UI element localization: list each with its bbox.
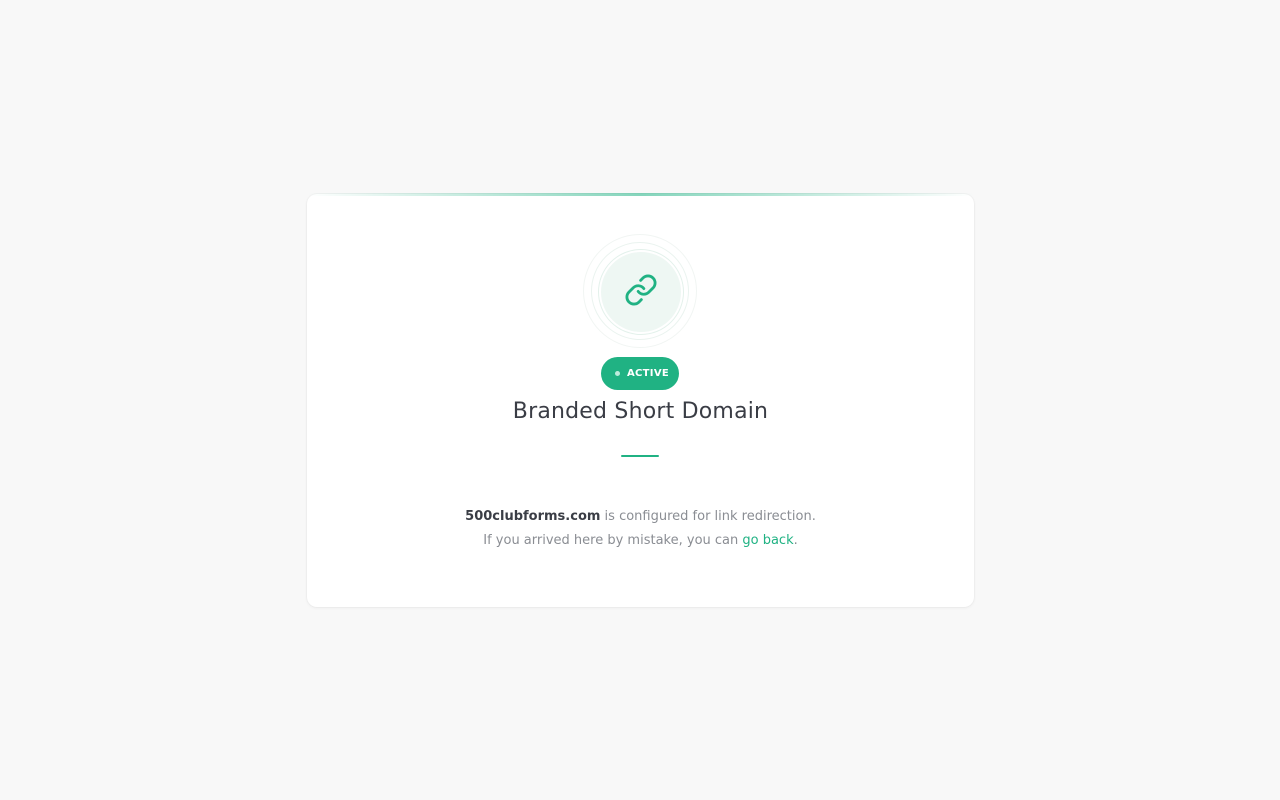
info-card: ACTIVE Branded Short Domain 500clubforms… bbox=[307, 193, 974, 607]
status-badge-label: ACTIVE bbox=[627, 368, 669, 379]
status-dot-icon bbox=[615, 371, 620, 376]
title-divider bbox=[621, 455, 659, 457]
icon-container bbox=[583, 234, 697, 348]
page-title: Branded Short Domain bbox=[512, 399, 769, 424]
go-back-link[interactable]: go back bbox=[742, 533, 793, 548]
page: ACTIVE Branded Short Domain 500clubforms… bbox=[0, 0, 1280, 800]
info-message: 500clubforms.com is configured for link … bbox=[307, 505, 974, 553]
message-line-2-text: If you arrived here by mistake, you can bbox=[483, 533, 743, 548]
accent-line bbox=[307, 193, 974, 196]
message-line-2: If you arrived here by mistake, you can … bbox=[307, 529, 974, 553]
message-line-1: 500clubforms.com is configured for link … bbox=[307, 505, 974, 529]
status-badge: ACTIVE bbox=[601, 357, 679, 390]
link-icon bbox=[624, 273, 658, 311]
domain-name: 500clubforms.com bbox=[465, 509, 601, 524]
message-line-2-end: . bbox=[793, 533, 798, 548]
icon-circle bbox=[599, 250, 683, 334]
message-line-1-text: is configured for link redirection. bbox=[600, 509, 816, 524]
